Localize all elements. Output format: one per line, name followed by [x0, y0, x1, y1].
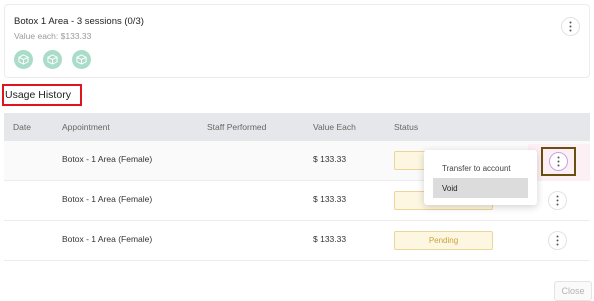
more-vertical-icon: [556, 195, 559, 206]
usage-history-label: Usage History: [5, 89, 71, 101]
menu-item-void[interactable]: Void: [433, 178, 528, 198]
box-icon: [47, 54, 58, 65]
box-icon: [76, 54, 87, 65]
session-indicator-3: [72, 50, 91, 69]
table-header: Date Appointment Staff Performed Value E…: [4, 113, 590, 141]
row-more-button[interactable]: [548, 231, 567, 250]
close-button[interactable]: Close: [554, 281, 592, 301]
status-badge: Pending: [394, 231, 493, 250]
header-value-each: Value Each: [313, 122, 356, 132]
package-more-button[interactable]: [561, 17, 580, 36]
row-appointment: Botox - 1 Area (Female): [62, 154, 153, 164]
table-row: Botox - 1 Area (Female) $ 133.33 Pending: [4, 221, 590, 261]
row-more-button[interactable]: [548, 191, 567, 210]
header-status: Status: [394, 122, 419, 132]
header-date: Date: [13, 122, 31, 132]
more-vertical-icon: [556, 235, 559, 246]
usage-history-title: Usage History: [2, 84, 82, 106]
package-title: Botox 1 Area - 3 sessions (0/3): [14, 16, 144, 27]
session-indicator-2: [43, 50, 62, 69]
row-value: $ 133.33: [313, 234, 347, 244]
row-value: $ 133.33: [313, 154, 347, 164]
package-card: Botox 1 Area - 3 sessions (0/3) Value ea…: [4, 4, 590, 78]
header-staff: Staff Performed: [207, 122, 267, 132]
row-value: $ 133.33: [313, 194, 347, 204]
row-appointment: Botox - 1 Area (Female): [62, 194, 153, 204]
menu-item-transfer-to-account[interactable]: Transfer to account: [433, 158, 528, 178]
session-indicator-1: [14, 50, 33, 69]
package-value-each: Value each: $133.33: [14, 31, 92, 41]
more-vertical-icon: [569, 21, 572, 32]
row-action-menu: Transfer to account Void: [424, 150, 537, 205]
annotation-highlight-box: [541, 147, 576, 176]
header-appointment: Appointment: [62, 122, 110, 132]
session-list: [14, 50, 91, 69]
row-appointment: Botox - 1 Area (Female): [62, 234, 153, 244]
box-icon: [18, 54, 29, 65]
